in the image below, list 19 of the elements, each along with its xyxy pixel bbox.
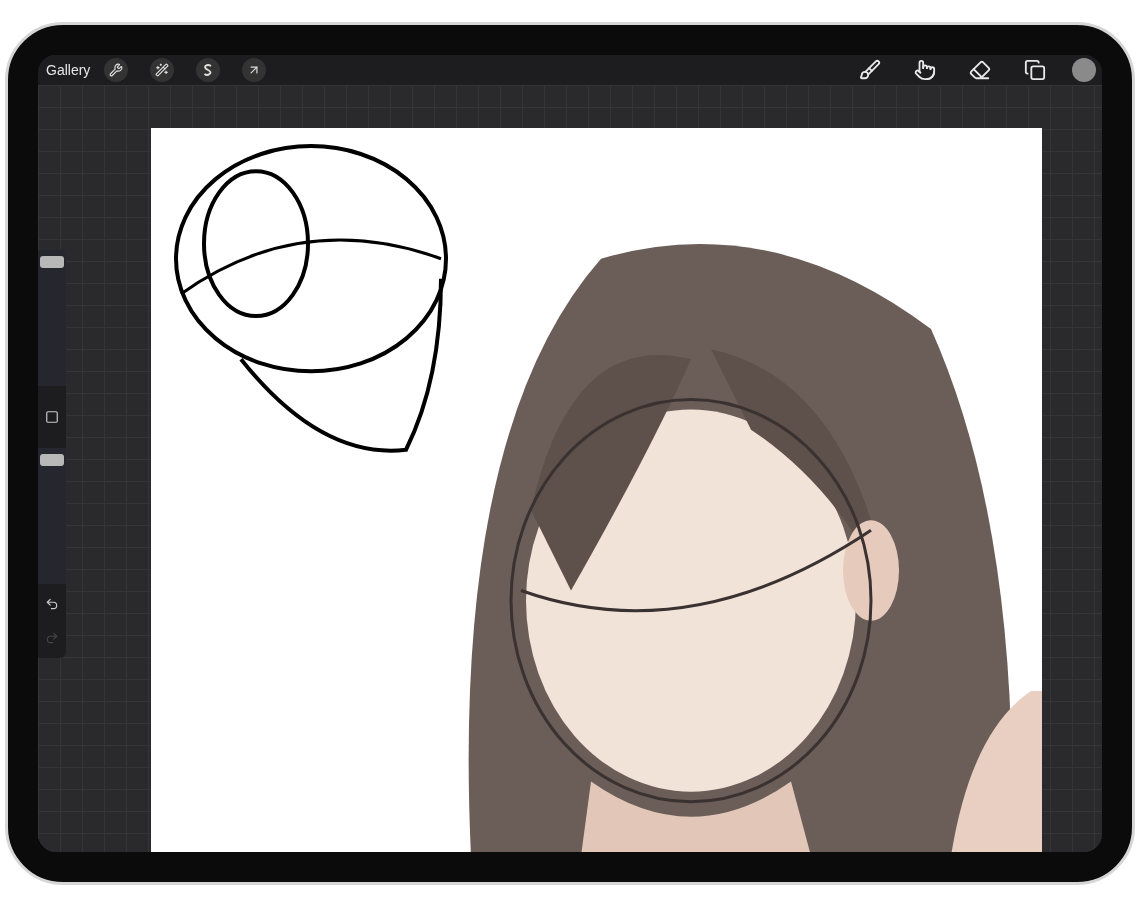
brush-icon [859,59,881,81]
opacity-slider[interactable] [38,448,66,584]
layers-icon [1024,59,1046,81]
eraser-icon [969,59,991,81]
wrench-icon [109,63,124,77]
tool-button[interactable] [242,58,267,82]
finger-icon [914,59,936,81]
tool-button[interactable] [104,58,129,82]
magic-wand-icon [155,63,170,77]
slider-thumb[interactable] [40,454,64,467]
brush-size-slider[interactable] [38,250,66,386]
undo-icon [45,597,59,611]
gallery-link[interactable]: Gallery [46,62,91,78]
tool-button[interactable] [150,58,175,82]
slider-thumb[interactable] [40,256,64,269]
redo-icon [45,631,59,645]
square-icon [45,410,59,424]
tool-button[interactable] [196,58,221,82]
color-swatch[interactable] [1072,58,1096,82]
